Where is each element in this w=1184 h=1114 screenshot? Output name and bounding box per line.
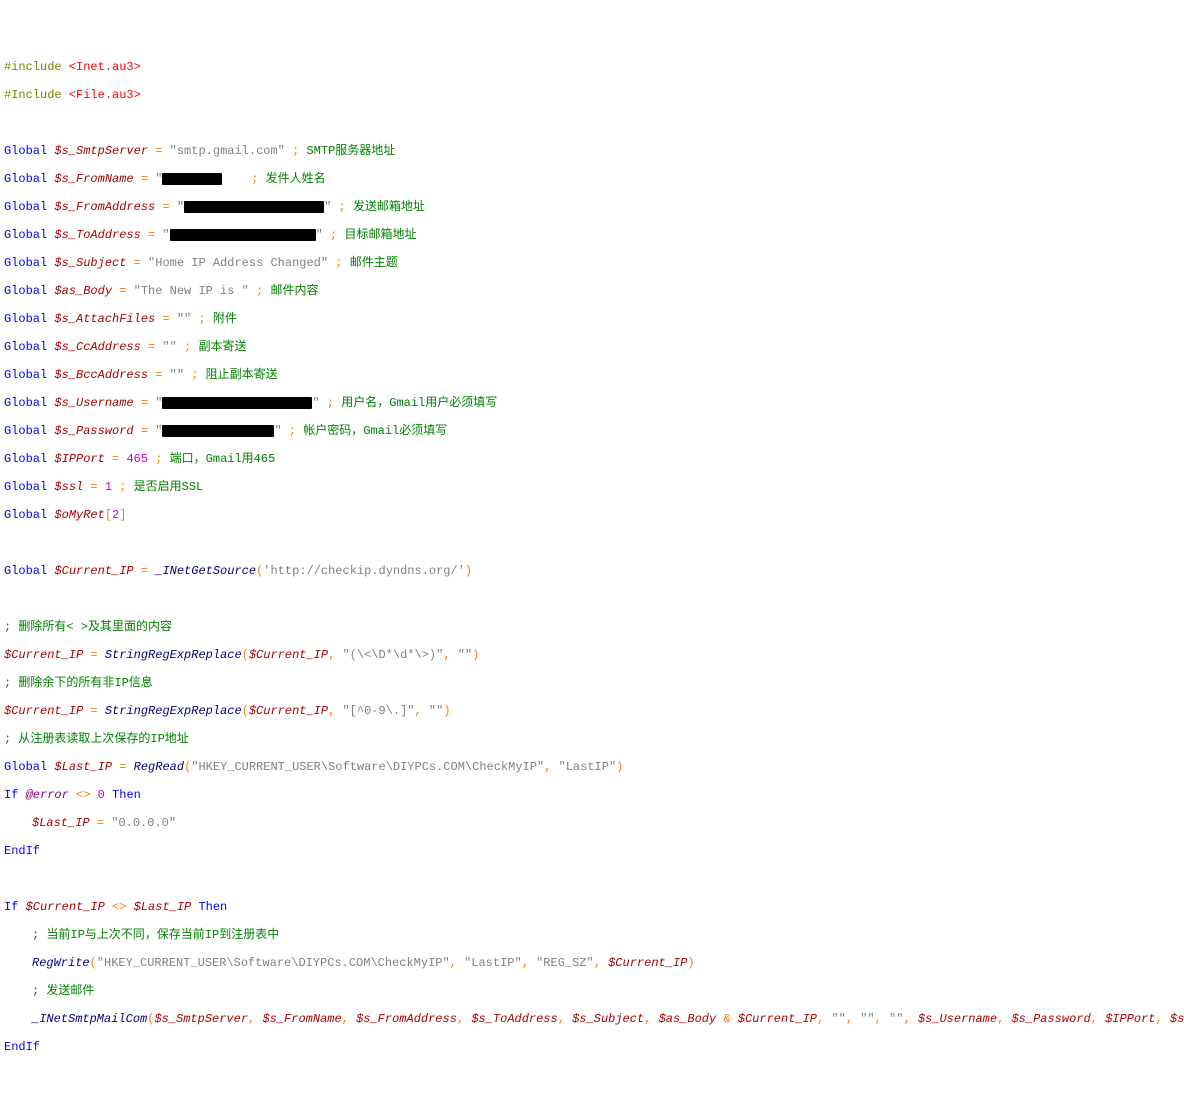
code-line: RegWrite("HKEY_CURRENT_USER\Software\DIY… <box>4 956 1180 970</box>
code-line: EndIf <box>4 844 1180 858</box>
code-line: Global $as_Body = "The New IP is " ; 邮件内… <box>4 284 1180 298</box>
code-line: Global $s_Username = "" ; 用户名，Gmail用户必须填… <box>4 396 1180 410</box>
code-line: Global $s_AttachFiles = "" ; 附件 <box>4 312 1180 326</box>
code-line: Global $oMyRet[2] <box>4 508 1180 522</box>
code-line: _INetSmtpMailCom($s_SmtpServer, $s_FromN… <box>4 1012 1180 1026</box>
code-line: Global $s_CcAddress = "" ; 副本寄送 <box>4 340 1180 354</box>
code-line: Global $s_FromAddress = "" ; 发送邮箱地址 <box>4 200 1180 214</box>
code-line: $Last_IP = "0.0.0.0" <box>4 816 1180 830</box>
code-line: ; 删除所有< >及其里面的内容 <box>4 620 1180 634</box>
code-line: ; 删除余下的所有非IP信息 <box>4 676 1180 690</box>
code-line: #include <Inet.au3> <box>4 60 1180 74</box>
code-line: Global $s_FromName = " ; 发件人姓名 <box>4 172 1180 186</box>
code-line: Global $Current_IP = _INetGetSource('htt… <box>4 564 1180 578</box>
code-line <box>4 592 1180 606</box>
code-line: Global $Last_IP = RegRead("HKEY_CURRENT_… <box>4 760 1180 774</box>
code-line: Global $ssl = 1 ; 是否启用SSL <box>4 480 1180 494</box>
code-line: EndIf <box>4 1040 1180 1054</box>
code-line <box>4 116 1180 130</box>
code-line: #Include <File.au3> <box>4 88 1180 102</box>
code-line: Global $s_BccAddress = "" ; 阻止副本寄送 <box>4 368 1180 382</box>
code-line: Global $s_Subject = "Home IP Address Cha… <box>4 256 1180 270</box>
code-line <box>4 872 1180 886</box>
code-line: ; 从注册表读取上次保存的IP地址 <box>4 732 1180 746</box>
code-line: Global $s_ToAddress = "" ; 目标邮箱地址 <box>4 228 1180 242</box>
code-line: Global $s_Password = "" ; 帐户密码，Gmail必须填写 <box>4 424 1180 438</box>
code-line: Global $IPPort = 465 ; 端口，Gmail用465 <box>4 452 1180 466</box>
code-line <box>4 536 1180 550</box>
code-line: $Current_IP = StringRegExpReplace($Curre… <box>4 648 1180 662</box>
code-line: If $Current_IP <> $Last_IP Then <box>4 900 1180 914</box>
code-line: Global $s_SmtpServer = "smtp.gmail.com" … <box>4 144 1180 158</box>
code-line: ; 发送邮件 <box>4 984 1180 998</box>
code-line: $Current_IP = StringRegExpReplace($Curre… <box>4 704 1180 718</box>
code-line: If @error <> 0 Then <box>4 788 1180 802</box>
code-line: ; 当前IP与上次不同，保存当前IP到注册表中 <box>4 928 1180 942</box>
